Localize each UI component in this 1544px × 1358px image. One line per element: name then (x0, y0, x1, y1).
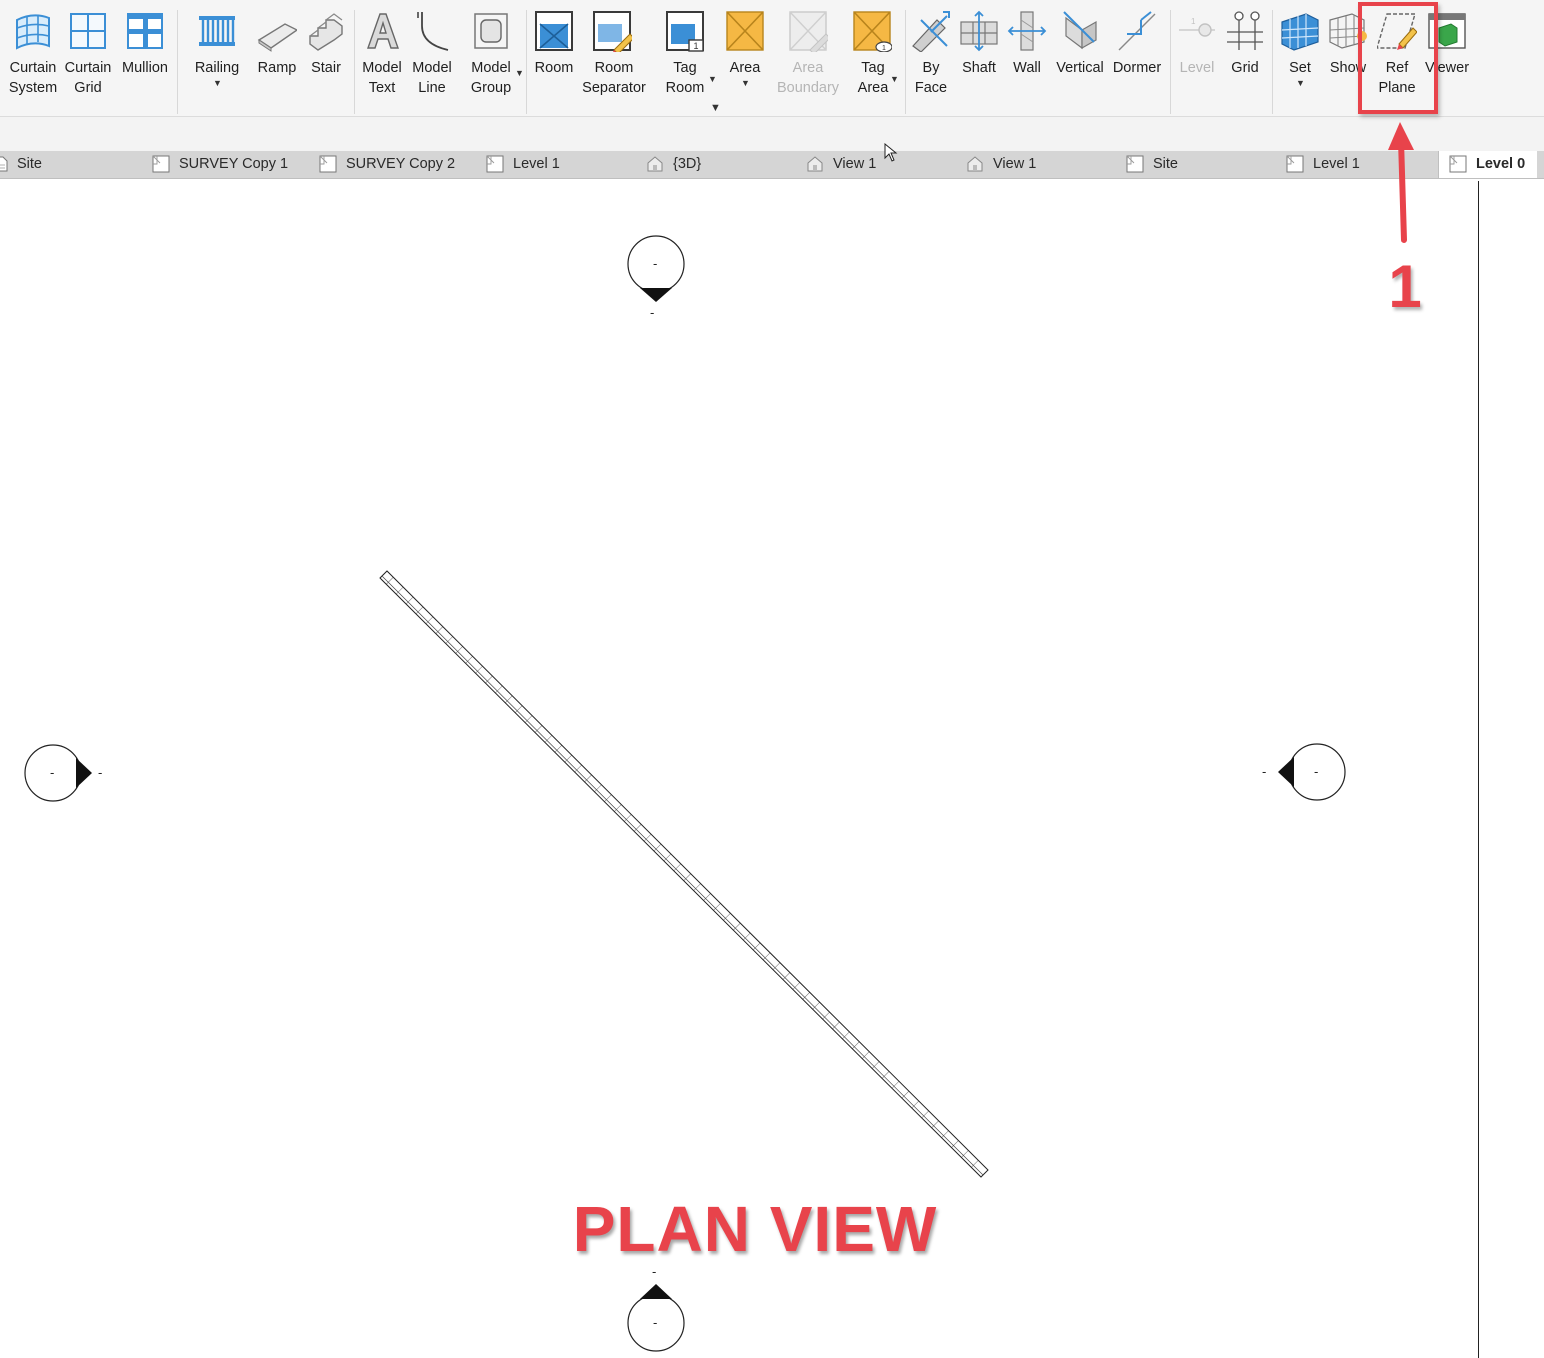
elevation-west-tag: - (50, 765, 55, 780)
elevation-south-label: - (652, 1264, 657, 1279)
wall-element[interactable] (379, 570, 989, 1178)
mouse-cursor-icon (884, 143, 898, 162)
elevation-marker-east[interactable] (1278, 743, 1346, 801)
elevation-north-label: - (650, 305, 655, 320)
elevation-north-tag: - (653, 256, 658, 271)
elevation-west-label: - (98, 765, 103, 780)
annotation-arrow (1388, 122, 1414, 243)
elevation-marker-west[interactable] (24, 744, 92, 802)
elevation-east-label: - (1262, 764, 1267, 779)
plan-drawing (24, 122, 1414, 1352)
annotation-number: 1 (1388, 253, 1422, 320)
plan-view-title: PLAN VIEW (572, 1193, 938, 1265)
elevation-east-tag: - (1314, 764, 1319, 779)
elevation-south-tag: - (653, 1315, 658, 1330)
